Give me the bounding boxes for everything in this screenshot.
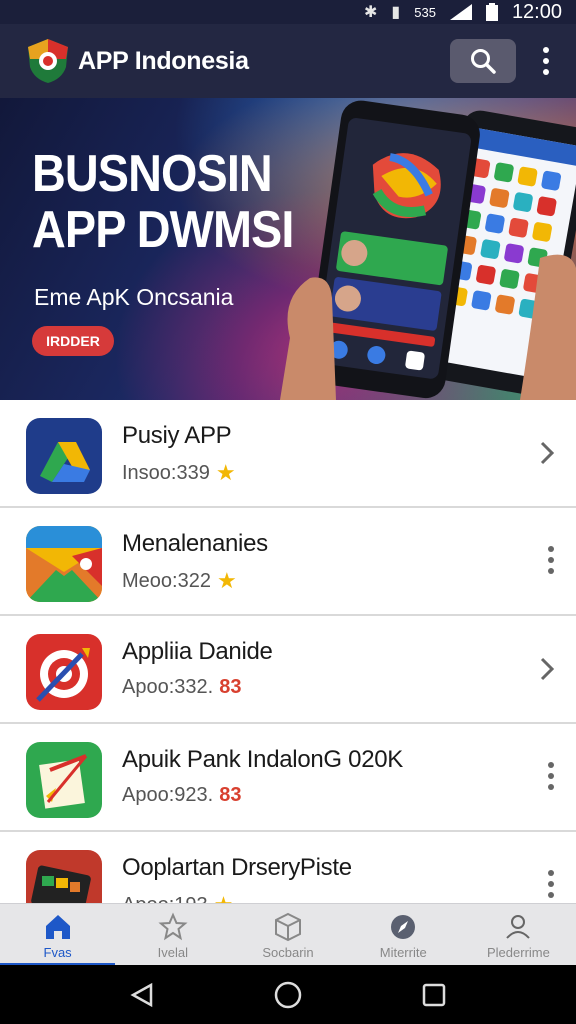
badge-icon: 83 — [219, 784, 242, 806]
nav-item-home[interactable]: Fvas — [0, 904, 116, 966]
recents-icon[interactable] — [421, 982, 447, 1008]
banner-subtitle: Eme ApK Oncsania — [34, 284, 234, 310]
search-icon — [471, 49, 496, 74]
app-name: Pusiy APP — [122, 422, 232, 449]
person-icon — [506, 915, 531, 939]
nav-item-explore[interactable]: Miterrite — [346, 904, 461, 966]
banner-phones-illustration — [280, 100, 576, 400]
status-bar: ✱ ▮ 535 12:00 — [0, 0, 576, 24]
star-icon — [158, 912, 188, 941]
home-circle-icon[interactable] — [274, 981, 302, 1009]
chevron-right-icon[interactable] — [536, 440, 558, 466]
app-logo[interactable] — [26, 37, 70, 85]
app-meta: Apoo:923. 83 — [122, 784, 242, 806]
nav-item-favorites[interactable]: Ivelal — [115, 904, 230, 966]
overflow-menu-button[interactable] — [532, 39, 560, 83]
badge-icon: 83 — [219, 676, 242, 698]
star-icon: ★ — [215, 460, 236, 485]
list-item[interactable]: Ooplartan DrseryPiste Apoo:193 ★ — [0, 832, 576, 926]
app-meta: Apoo:332. 83 — [122, 676, 242, 698]
nav-item-profile[interactable]: Plederrime — [461, 904, 576, 966]
more-options-button[interactable] — [548, 762, 554, 790]
clock: 12:00 — [511, 0, 562, 23]
app-name: Menalenanies — [122, 530, 268, 557]
home-icon — [45, 915, 70, 939]
app-title: APP Indonesia — [78, 46, 249, 75]
nav-item-search[interactable]: Socbarin — [230, 904, 345, 966]
app-meta: Meoo:322 ★ — [122, 568, 237, 593]
app-icon-target — [26, 634, 102, 710]
banner-button[interactable]: IRDDER — [32, 326, 114, 356]
more-options-button[interactable] — [548, 546, 554, 574]
app-bar: APP Indonesia — [0, 24, 576, 98]
app-name: Apuik Pank IndalonG 020K — [122, 746, 403, 773]
bluetooth-icon: ✱ — [364, 4, 378, 21]
more-options-button[interactable] — [548, 870, 554, 898]
list-item[interactable]: Pusiy APP Insoo:339 ★ — [0, 400, 576, 508]
signal-icon — [449, 4, 472, 20]
signal-text: 535 — [414, 4, 436, 20]
search-button[interactable] — [450, 39, 516, 83]
battery-icon — [485, 3, 498, 21]
list-item[interactable]: Apuik Pank IndalonG 020K Apoo:923. 83 — [0, 724, 576, 832]
promo-banner[interactable]: BUSNOSIN APP DWMSI Eme ApK Oncsania IRDD… — [0, 98, 576, 400]
list-item[interactable]: Menalenanies Meoo:322 ★ — [0, 508, 576, 616]
list-item[interactable]: Appliia Danide Apoo:332. 83 — [0, 616, 576, 724]
compass-icon — [391, 915, 416, 939]
app-name: Appliia Danide — [122, 638, 273, 665]
app-icon-document — [26, 742, 102, 818]
back-icon[interactable] — [129, 982, 155, 1008]
bottom-navigation: Fvas Ivelal Socbarin Miterrite Plederrim… — [0, 903, 576, 966]
chevron-right-icon[interactable] — [536, 656, 558, 682]
app-name: Ooplartan DrseryPiste — [122, 854, 352, 881]
app-icon-drive — [26, 418, 102, 494]
vibrate-icon: ▮ — [391, 4, 401, 21]
box-icon — [275, 912, 301, 942]
app-list: Pusiy APP Insoo:339 ★ Menalenanies Meoo:… — [0, 400, 576, 926]
star-icon: ★ — [216, 568, 237, 593]
app-icon-mail — [26, 526, 102, 602]
app-meta: Insoo:339 ★ — [122, 460, 236, 485]
system-navigation-bar — [0, 965, 576, 1024]
